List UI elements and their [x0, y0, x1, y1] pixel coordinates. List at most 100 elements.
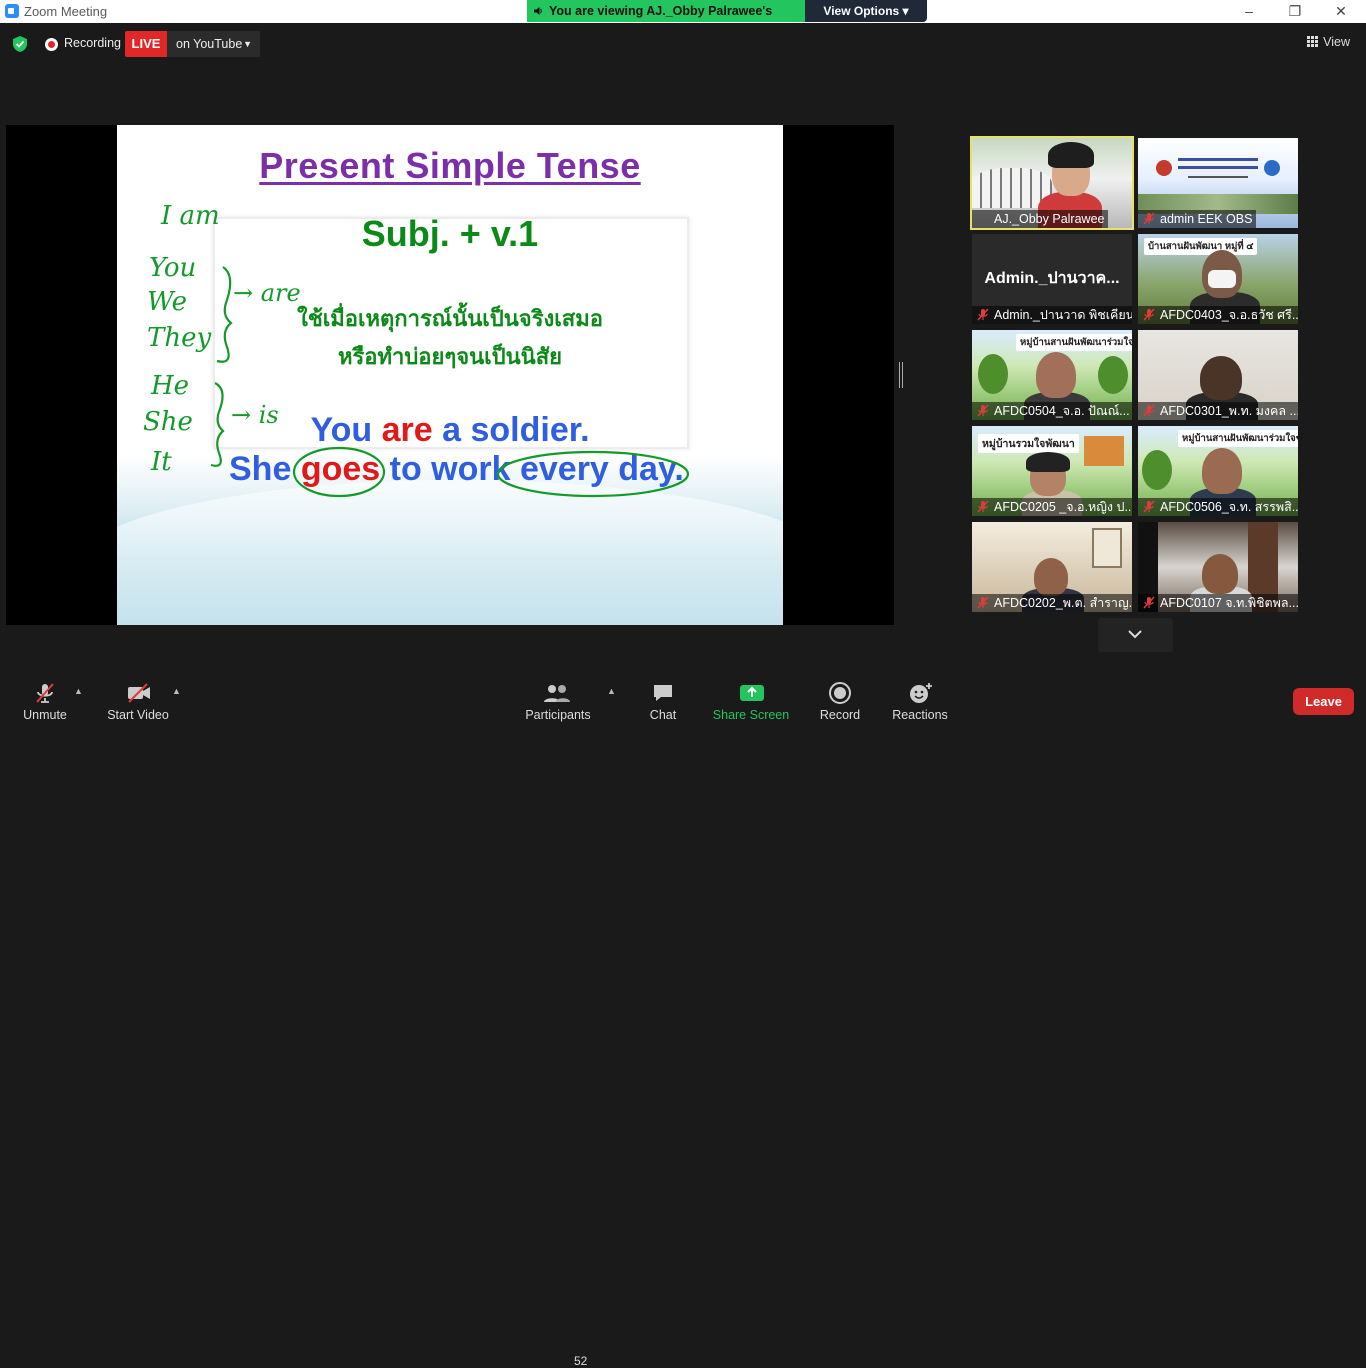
poster-text-line	[1188, 176, 1248, 178]
leave-meeting-button[interactable]: Leave	[1293, 688, 1354, 715]
virtual-background-banner: หมู่บ้านสานฝันพัฒนาร่วมใจ♥	[1178, 430, 1298, 447]
chat-icon	[654, 685, 672, 701]
participant-name: admin EEK OBS	[1138, 210, 1257, 228]
video-tile-afdc0504[interactable]: หมู่บ้านสานฝันพัฒนาร่วมใจ♥ AFDC0504_จ.อ.…	[972, 330, 1132, 420]
share-screen-label: Share Screen	[712, 708, 790, 722]
poster-text-line	[1178, 158, 1258, 161]
mic-muted-icon	[1143, 308, 1155, 321]
participant-hair	[1026, 452, 1070, 472]
start-video-label: Start Video	[107, 708, 169, 722]
record-label: Record	[819, 708, 861, 722]
video-tile-afdc0107[interactable]: AFDC0107 จ.ท.พิชิตพล...	[1138, 522, 1298, 612]
video-tile-admin-panwad[interactable]: Admin._ปานวาค... Admin._ปานวาด พิชเคียน	[972, 234, 1132, 324]
participant-name: AJ._Obby Palrawee	[972, 210, 1109, 228]
viewing-screen-banner: You are viewing AJ._Obby Palrawee's scre…	[527, 0, 805, 40]
chevron-down-icon	[1128, 630, 1142, 639]
face-mask	[1208, 270, 1236, 288]
participant-display-name: Admin._ปานวาค...	[984, 270, 1120, 287]
cartoon-tree	[1098, 356, 1128, 394]
mic-muted-icon	[1143, 596, 1155, 609]
panel-resize-handle[interactable]	[899, 362, 903, 388]
handwriting-brackets-and-circles	[210, 266, 690, 498]
unmute-label: Unmute	[23, 708, 67, 722]
participants-button[interactable]: Participants	[513, 672, 603, 730]
chevron-down-icon: ▼	[243, 39, 252, 49]
video-tile-afdc0506[interactable]: หมู่บ้านสานฝันพัฒนาร่วมใจ♥ AFDC0506_จ.ท.…	[1138, 426, 1298, 516]
unmute-button[interactable]: Unmute	[0, 672, 90, 730]
recording-label: Recording	[64, 36, 121, 50]
chat-button[interactable]: Chat	[618, 672, 708, 730]
emblem-icon	[1264, 160, 1280, 176]
restore-button[interactable]: ❐	[1272, 1, 1318, 22]
participants-icon	[544, 685, 570, 702]
video-tile-afdc0205[interactable]: หมู่บ้านรวมใจพัฒนา AFDC0205 _จ.อ.หญิง ป.…	[972, 426, 1132, 516]
participant-face	[1034, 558, 1068, 596]
participants-label: Participants	[525, 708, 591, 722]
speaker-hair	[1048, 142, 1094, 168]
mic-muted-icon	[977, 308, 989, 321]
reactions-label: Reactions	[892, 708, 948, 722]
virtual-background-banner: หมู่บ้านสานฝันพัฒนาร่วมใจ♥	[1016, 334, 1132, 351]
mic-muted-icon	[977, 404, 989, 417]
participant-face	[1202, 448, 1242, 494]
presentation-slide: Present Simple Tense Subj. + v.1 ใช้เมื่…	[117, 125, 783, 625]
start-video-button[interactable]: Start Video	[93, 672, 183, 730]
participant-name: AFDC0205 _จ.อ.หญิง ป...	[972, 498, 1132, 516]
speaker-icon	[534, 7, 542, 15]
participant-name: AFDC0202_พ.ต. สำราญ...	[972, 594, 1132, 612]
wall-frame	[1092, 528, 1122, 568]
participant-name: Admin._ปานวาด พิชเคียน	[972, 306, 1132, 324]
live-badge: LIVE	[125, 31, 167, 57]
share-screen-icon	[740, 685, 764, 701]
gallery-scroll-down-button[interactable]	[1098, 618, 1173, 652]
view-options-button[interactable]: View Options ▾	[805, 0, 927, 22]
participants-count: 52	[574, 1354, 588, 1368]
grid-view-icon	[1307, 36, 1319, 47]
participant-name: AFDC0107 จ.ท.พิชิตพล...	[1138, 594, 1298, 612]
record-button[interactable]: Record	[795, 672, 885, 730]
minimize-button[interactable]: –	[1226, 1, 1272, 22]
video-off-icon	[128, 683, 150, 703]
reactions-icon	[910, 683, 932, 703]
video-tile-afdc0202[interactable]: AFDC0202_พ.ต. สำราญ...	[972, 522, 1132, 612]
cartoon-tree	[1142, 450, 1172, 490]
live-platform-label: on YouTube	[176, 37, 243, 51]
meeting-top-bar: Recording LIVE on YouTube ▼ View	[0, 23, 1366, 67]
mic-muted-icon	[977, 596, 989, 609]
participant-name: AFDC0301_พ.ท. มงคล ...	[1138, 402, 1298, 420]
video-options-caret[interactable]: ▲	[172, 686, 181, 696]
chat-label: Chat	[649, 708, 677, 722]
record-icon	[829, 682, 851, 704]
mic-muted-icon	[1143, 404, 1155, 417]
meeting-toolbar: Unmute ▲ Start Video ▲ Participants 52 ▲…	[0, 672, 1366, 1368]
record-dot-icon	[45, 38, 58, 51]
virtual-background-banner: หมู่บ้านรวมใจพัฒนา	[978, 434, 1079, 453]
close-window-button[interactable]: ✕	[1318, 1, 1364, 22]
participant-name: AFDC0506_จ.ท. สรรพสิ...	[1138, 498, 1298, 516]
mic-muted-icon	[1143, 212, 1155, 225]
participants-options-caret[interactable]: ▲	[607, 686, 616, 696]
poster-text-line	[1178, 166, 1258, 169]
cartoon-house	[1084, 436, 1124, 466]
audio-options-caret[interactable]: ▲	[74, 686, 83, 696]
zoom-app-icon	[5, 4, 19, 18]
reactions-button[interactable]: Reactions	[875, 672, 965, 730]
video-tile-afdc0301[interactable]: AFDC0301_พ.ท. มงคล ...	[1138, 330, 1298, 420]
share-screen-button[interactable]: Share Screen	[706, 672, 796, 730]
participant-face	[1200, 356, 1242, 400]
participant-face	[1036, 352, 1076, 398]
mic-muted-icon	[36, 683, 54, 703]
live-stream-dropdown[interactable]: on YouTube ▼	[167, 31, 260, 57]
video-tile-admin-eek[interactable]: admin EEK OBS	[1138, 138, 1298, 228]
video-tile-afdc0403[interactable]: บ้านสานฝันพัฒนา หมู่ที่ ๔ AFDC0403_จ.อ.ธ…	[1138, 234, 1298, 324]
view-layout-button[interactable]: View	[1307, 35, 1350, 49]
participant-name: AFDC0504_จ.อ. ปัณณ์...	[972, 402, 1132, 420]
participant-name: AFDC0403_จ.อ.ธวัช ศรี...	[1138, 306, 1298, 324]
mic-muted-icon	[977, 500, 989, 513]
shared-screen-area: Present Simple Tense Subj. + v.1 ใช้เมื่…	[6, 125, 894, 625]
virtual-background-banner: บ้านสานฝันพัฒนา หมู่ที่ ๔	[1144, 238, 1258, 255]
video-tile-aj-obby[interactable]: AJ._Obby Palrawee	[970, 136, 1134, 230]
cartoon-tree	[978, 354, 1008, 394]
emblem-icon	[1156, 160, 1172, 176]
shield-icon[interactable]	[12, 35, 28, 53]
